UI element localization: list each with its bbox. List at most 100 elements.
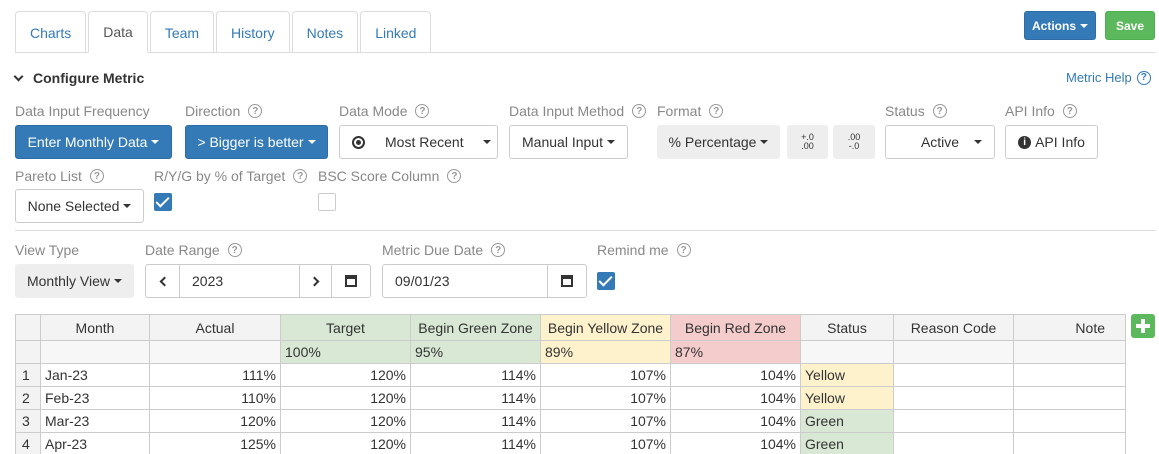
table-cell[interactable]: 104% — [670, 432, 801, 454]
table-cell[interactable]: 120% — [149, 409, 281, 433]
due-date-calendar-button[interactable] — [547, 264, 587, 298]
input-method-dropdown[interactable]: Manual Input — [509, 125, 628, 159]
column-header[interactable]: Status — [800, 314, 894, 341]
table-cell[interactable]: 104% — [670, 386, 801, 410]
table-cell[interactable]: 114% — [410, 409, 541, 433]
status-cell[interactable]: Yellow — [800, 363, 894, 387]
question-icon[interactable]: ? — [293, 169, 308, 183]
table-cell[interactable] — [1013, 340, 1126, 364]
table-cell[interactable]: 87% — [670, 340, 801, 364]
table-cell[interactable] — [1013, 432, 1126, 454]
table-cell[interactable] — [149, 340, 281, 364]
question-icon[interactable]: ? — [676, 243, 691, 257]
remind-checkbox[interactable] — [597, 272, 615, 290]
table-cell[interactable]: Mar-23 — [40, 409, 150, 433]
question-icon[interactable]: ? — [632, 104, 647, 118]
table-cell[interactable] — [40, 340, 150, 364]
table-cell[interactable] — [1013, 386, 1126, 410]
actions-button[interactable]: Actions — [1024, 11, 1096, 40]
question-icon[interactable]: ? — [227, 243, 242, 257]
tab-team[interactable]: Team — [149, 11, 215, 53]
tab-linked[interactable]: Linked — [360, 11, 432, 53]
question-icon[interactable]: ? — [932, 104, 947, 118]
view-type-dropdown[interactable]: Monthly View — [15, 264, 134, 298]
table-cell[interactable]: 100% — [280, 340, 411, 364]
direction-dropdown[interactable]: > Bigger is better — [185, 125, 328, 159]
table-cell[interactable]: Jan-23 — [40, 363, 150, 387]
status-cell[interactable]: Green — [800, 432, 894, 454]
tab-data[interactable]: Data — [88, 11, 148, 53]
table-cell[interactable]: 107% — [540, 386, 671, 410]
configure-metric-toggle[interactable]: Configure Metric — [13, 70, 144, 86]
table-cell[interactable]: 107% — [540, 409, 671, 433]
date-range-input[interactable]: 2023 — [179, 264, 300, 298]
column-header[interactable]: Target — [280, 314, 411, 341]
table-cell[interactable]: 104% — [670, 409, 801, 433]
table-cell[interactable]: 104% — [670, 363, 801, 387]
table-cell[interactable] — [893, 386, 1014, 410]
table-cell[interactable]: 107% — [540, 432, 671, 454]
column-header[interactable]: Note — [1013, 314, 1126, 341]
table-cell[interactable]: 114% — [410, 363, 541, 387]
table-cell[interactable] — [893, 432, 1014, 454]
format-dropdown[interactable]: % Percentage — [657, 125, 780, 159]
save-button[interactable]: Save — [1105, 11, 1155, 40]
status-select[interactable]: Active — [885, 125, 995, 159]
pareto-dropdown[interactable]: None Selected — [15, 189, 144, 223]
table-cell[interactable]: 125% — [149, 432, 281, 454]
table-cell[interactable]: 89% — [540, 340, 671, 364]
column-header[interactable]: Begin Red Zone — [670, 314, 801, 341]
pareto-label: Pareto List? — [15, 168, 104, 184]
table-cell[interactable] — [893, 340, 1014, 364]
table-cell[interactable] — [893, 409, 1014, 433]
question-icon[interactable]: ? — [248, 104, 263, 118]
data-mode-select[interactable]: Most Recent — [339, 125, 498, 159]
column-header[interactable]: Reason Code — [893, 314, 1014, 341]
question-icon[interactable]: ? — [415, 104, 430, 118]
question-icon[interactable]: ? — [447, 169, 462, 183]
tab-history[interactable]: History — [216, 11, 290, 53]
table-cell[interactable]: 110% — [149, 386, 281, 410]
api-info-button[interactable]: i API Info — [1005, 125, 1098, 159]
increase-decimal-button[interactable]: +.0.00 — [787, 125, 828, 159]
bsc-checkbox[interactable] — [318, 193, 336, 211]
table-cell[interactable]: Feb-23 — [40, 386, 150, 410]
question-icon[interactable]: ? — [1062, 104, 1077, 118]
decrease-decimal-button[interactable]: .00 -.0 — [833, 125, 875, 159]
question-icon[interactable]: ? — [89, 169, 104, 183]
table-cell[interactable] — [1013, 363, 1126, 387]
tab-charts[interactable]: Charts — [15, 11, 87, 53]
status-cell[interactable]: Yellow — [800, 386, 894, 410]
column-header[interactable]: Begin Green Zone — [410, 314, 541, 341]
table-cell[interactable]: 114% — [410, 432, 541, 454]
table-cell[interactable] — [893, 363, 1014, 387]
add-column-button[interactable] — [1131, 314, 1155, 338]
table-cell[interactable] — [800, 340, 894, 364]
metric-help-link[interactable]: Metric Help? — [1066, 70, 1151, 85]
table-cell[interactable]: 107% — [540, 363, 671, 387]
status-cell[interactable]: Green — [800, 409, 894, 433]
ryg-checkbox[interactable] — [154, 193, 172, 211]
question-icon[interactable]: ? — [709, 104, 724, 118]
tab-divider — [15, 52, 1156, 53]
table-cell[interactable]: 114% — [410, 386, 541, 410]
table-cell[interactable]: Apr-23 — [40, 432, 150, 454]
table-cell[interactable]: 95% — [410, 340, 541, 364]
table-cell[interactable]: 120% — [280, 409, 411, 433]
table-cell[interactable]: 120% — [280, 386, 411, 410]
table-cell[interactable]: 120% — [280, 432, 411, 454]
due-date-input[interactable]: 09/01/23 — [382, 264, 548, 298]
tab-notes[interactable]: Notes — [291, 11, 359, 53]
table-cell[interactable] — [1013, 409, 1126, 433]
column-header[interactable]: Month — [40, 314, 150, 341]
table-cell[interactable]: 120% — [280, 363, 411, 387]
next-year-button[interactable] — [299, 264, 332, 298]
question-icon[interactable]: ? — [491, 243, 506, 257]
column-header[interactable]: Actual — [149, 314, 281, 341]
table-cell[interactable]: 111% — [149, 363, 281, 387]
frequency-dropdown[interactable]: Enter Monthly Data — [15, 125, 172, 159]
prev-year-button[interactable] — [145, 264, 180, 298]
chevron-down-icon — [13, 71, 24, 81]
date-range-calendar-button[interactable] — [331, 264, 371, 298]
column-header[interactable]: Begin Yellow Zone — [540, 314, 671, 341]
